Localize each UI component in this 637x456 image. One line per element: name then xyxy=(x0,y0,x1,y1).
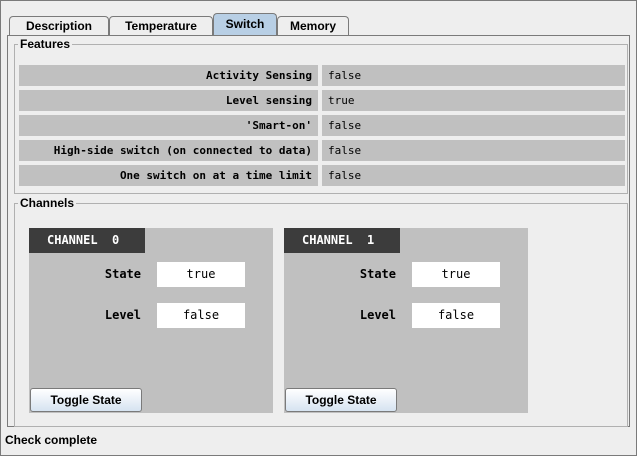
feature-value: false xyxy=(322,165,625,186)
channel-1-state-value: true xyxy=(412,262,500,287)
channel-0-toggle-state-button[interactable]: Toggle State xyxy=(30,388,142,412)
channel-0-header: CHANNEL 0 xyxy=(29,228,145,253)
feature-value: true xyxy=(322,90,625,111)
channels-title: Channels xyxy=(18,196,77,210)
channel-0-state-label: State xyxy=(104,267,141,281)
features-title: Features xyxy=(18,37,73,51)
tab-switch[interactable]: Switch xyxy=(213,13,277,35)
feature-label: 'Smart-on' xyxy=(19,115,318,136)
feature-value: false xyxy=(322,115,625,136)
channel-0-panel: CHANNEL 0 State true Level false Toggle … xyxy=(29,228,273,413)
channel-0-level-value: false xyxy=(157,303,245,328)
channel-1-toggle-state-button[interactable]: Toggle State xyxy=(285,388,397,412)
feature-label: Activity Sensing xyxy=(19,65,318,86)
feature-label: Level sensing xyxy=(19,90,318,111)
feature-row: High-side switch (on connected to data) … xyxy=(19,140,625,161)
switch-tab-panel: Features Activity Sensing false Level se… xyxy=(7,36,630,427)
channel-1-state-label: State xyxy=(359,267,396,281)
channel-1-level-value: false xyxy=(412,303,500,328)
feature-row: Level sensing true xyxy=(19,90,625,111)
status-text: Check complete xyxy=(5,433,98,447)
device-viewer-window: Description Temperature Switch Memory Fe… xyxy=(0,0,637,456)
channel-0-level-label: Level xyxy=(104,308,141,322)
feature-row: One switch on at a time limit false xyxy=(19,165,625,186)
tab-description[interactable]: Description xyxy=(9,16,109,35)
features-group: Features Activity Sensing false Level se… xyxy=(14,37,628,194)
channel-1-panel: CHANNEL 1 State true Level false Toggle … xyxy=(284,228,528,413)
feature-row: Activity Sensing false xyxy=(19,65,625,86)
tab-memory[interactable]: Memory xyxy=(277,16,349,35)
channels-group: Channels CHANNEL 0 State true Level fals… xyxy=(14,196,628,427)
feature-value: false xyxy=(322,140,625,161)
channel-1-level-label: Level xyxy=(359,308,396,322)
tab-temperature[interactable]: Temperature xyxy=(109,16,213,35)
channel-1-header: CHANNEL 1 xyxy=(284,228,400,253)
feature-value: false xyxy=(322,65,625,86)
channel-0-state-value: true xyxy=(157,262,245,287)
feature-label: High-side switch (on connected to data) xyxy=(19,140,318,161)
feature-row: 'Smart-on' false xyxy=(19,115,625,136)
feature-label: One switch on at a time limit xyxy=(19,165,318,186)
